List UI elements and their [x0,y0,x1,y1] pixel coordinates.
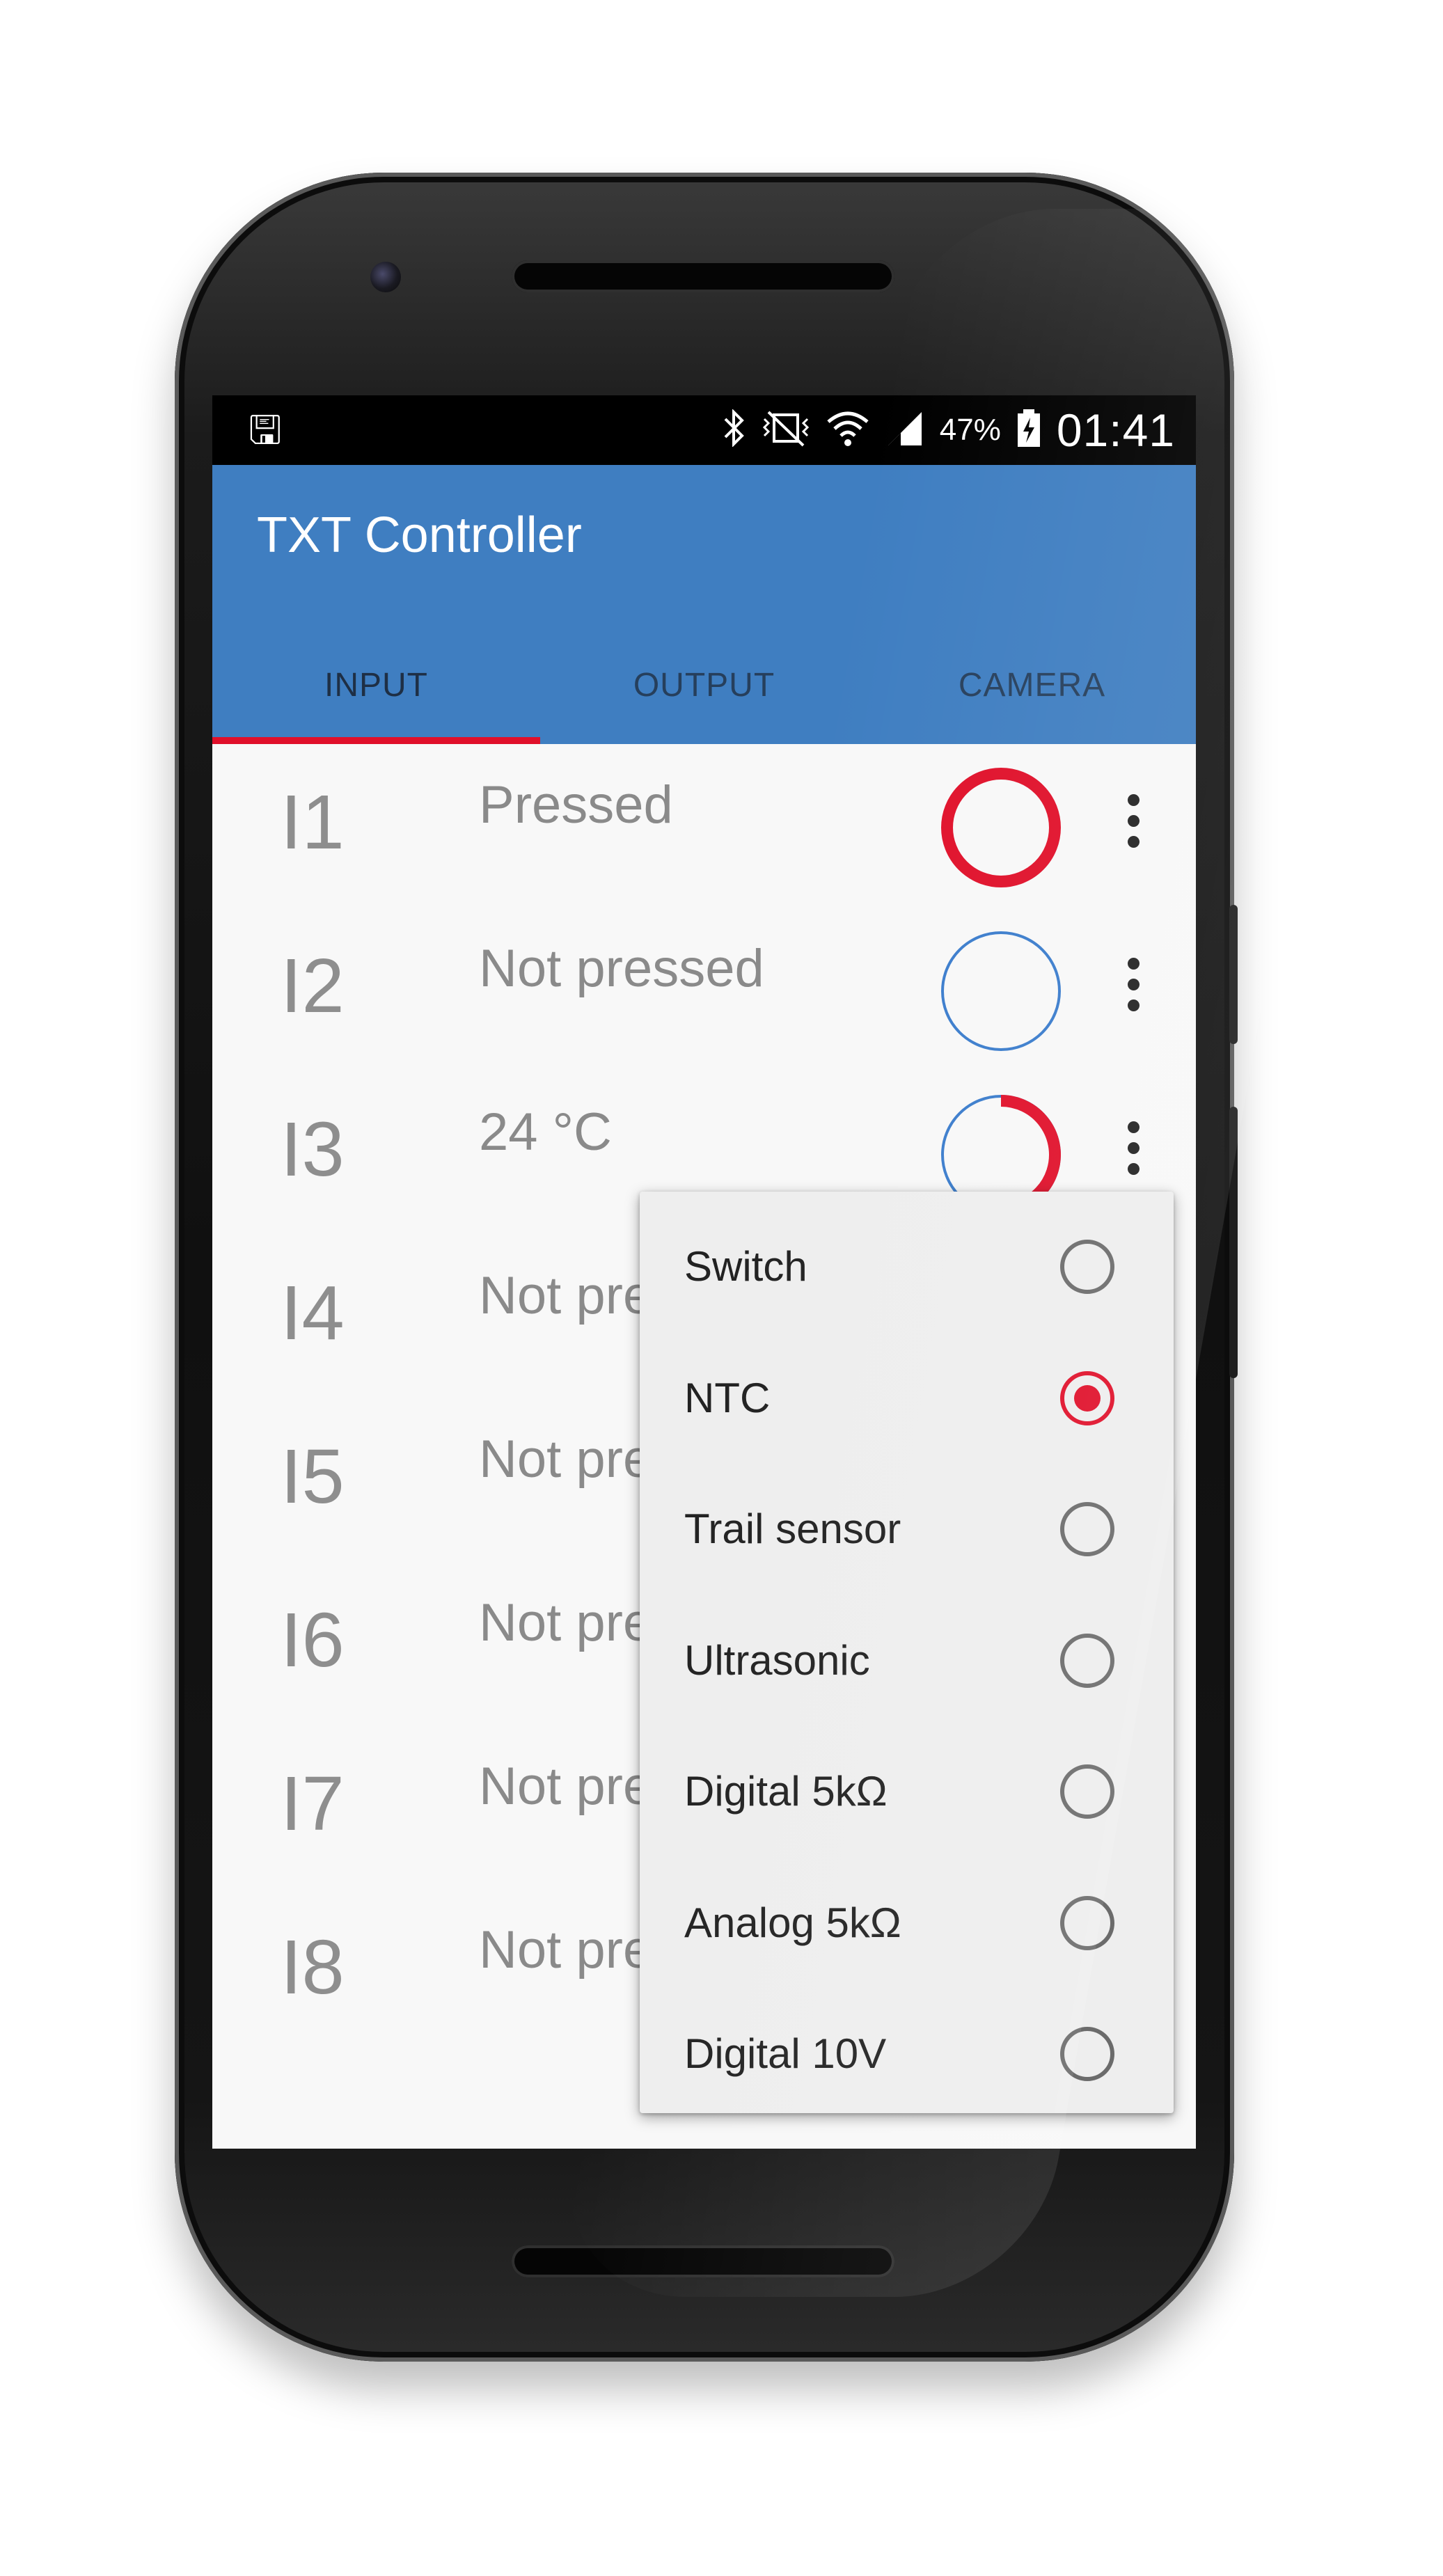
more-vert-icon[interactable] [1126,958,1140,1013]
input-id: I6 [281,1597,345,1683]
menu-option-switch[interactable]: Switch [640,1202,1174,1334]
vibrate-icon [762,409,810,452]
screen: 🖫 47% 01:41 TXT Controller INPUT OUTPUT … [212,395,1196,2149]
bottom-speaker [512,2245,894,2277]
input-value: 24 °C [479,1103,612,1162]
input-value: Not pre [479,1920,653,1980]
menu-option-label: NTC [684,1374,771,1421]
more-vert-icon[interactable] [1126,794,1140,850]
tab-bar: INPUT OUTPUT CAMERA [212,626,1196,744]
status-bar: 🖫 47% 01:41 [212,395,1196,465]
menu-option-analog-5k[interactable]: Analog 5kΩ [640,1858,1174,1990]
input-row-i2: I2 Not pressed [212,908,1196,1071]
input-row-i1: I1 Pressed [212,744,1196,908]
input-id: I3 [281,1107,345,1192]
radio-button[interactable] [1060,1502,1114,1556]
input-value: Not pre [479,1430,653,1489]
app-title: TXT Controller [257,507,582,563]
input-id: I1 [281,780,345,865]
usb-icon: 🖫 [249,408,282,452]
input-value: Not pre [479,1757,653,1816]
more-vert-icon[interactable] [1126,1121,1140,1177]
volume-button [1229,1107,1238,1378]
bluetooth-icon [723,408,746,452]
sensor-type-menu: Switch NTC Trail sensor Ultrasonic Digit… [640,1192,1174,2113]
input-id: I8 [281,1925,345,2010]
input-value: Pressed [479,775,673,835]
signal-icon [885,409,924,452]
input-id: I4 [281,1270,345,1356]
menu-option-label: Digital 5kΩ [684,1768,888,1815]
menu-option-trail-sensor[interactable]: Trail sensor [640,1464,1174,1596]
tab-input[interactable]: INPUT [212,626,540,744]
radio-button[interactable] [1060,2027,1114,2081]
input-value: Not pre [479,1266,653,1325]
menu-option-label: Switch [684,1243,807,1290]
front-camera [370,262,401,292]
input-id: I7 [281,1761,345,1847]
status-icons: 47% 01:41 [723,395,1175,465]
input-state-ring [941,768,1061,887]
menu-option-label: Analog 5kΩ [684,1899,901,1946]
tab-output[interactable]: OUTPUT [540,626,868,744]
radio-button[interactable] [1060,1764,1114,1819]
radio-button[interactable] [1060,1633,1114,1688]
app-bar: TXT Controller INPUT OUTPUT CAMERA [212,465,1196,744]
menu-option-ultrasonic[interactable]: Ultrasonic [640,1596,1174,1728]
input-value: Not pressed [479,939,764,998]
battery-percent: 47% [939,413,1001,447]
tab-camera[interactable]: CAMERA [868,626,1196,744]
menu-option-label: Trail sensor [684,1506,901,1552]
radio-button[interactable] [1060,1240,1114,1294]
battery-charging-icon [1016,408,1041,453]
radio-button-checked[interactable] [1060,1370,1114,1425]
status-clock: 01:41 [1056,404,1175,456]
input-id: I5 [281,1434,345,1519]
radio-button[interactable] [1060,1895,1114,1950]
top-speaker [512,260,894,292]
input-value: Not pre [479,1593,653,1652]
wifi-icon [826,409,870,452]
menu-option-label: Digital 10V [684,2030,887,2077]
menu-option-ntc[interactable]: NTC [640,1334,1174,1465]
input-id: I2 [281,943,345,1029]
menu-option-digital-5k[interactable]: Digital 5kΩ [640,1727,1174,1858]
menu-option-digital-10v[interactable]: Digital 10V [640,1989,1174,2121]
menu-option-label: Ultrasonic [684,1636,870,1684]
input-state-ring [941,931,1061,1051]
power-button [1229,905,1238,1044]
